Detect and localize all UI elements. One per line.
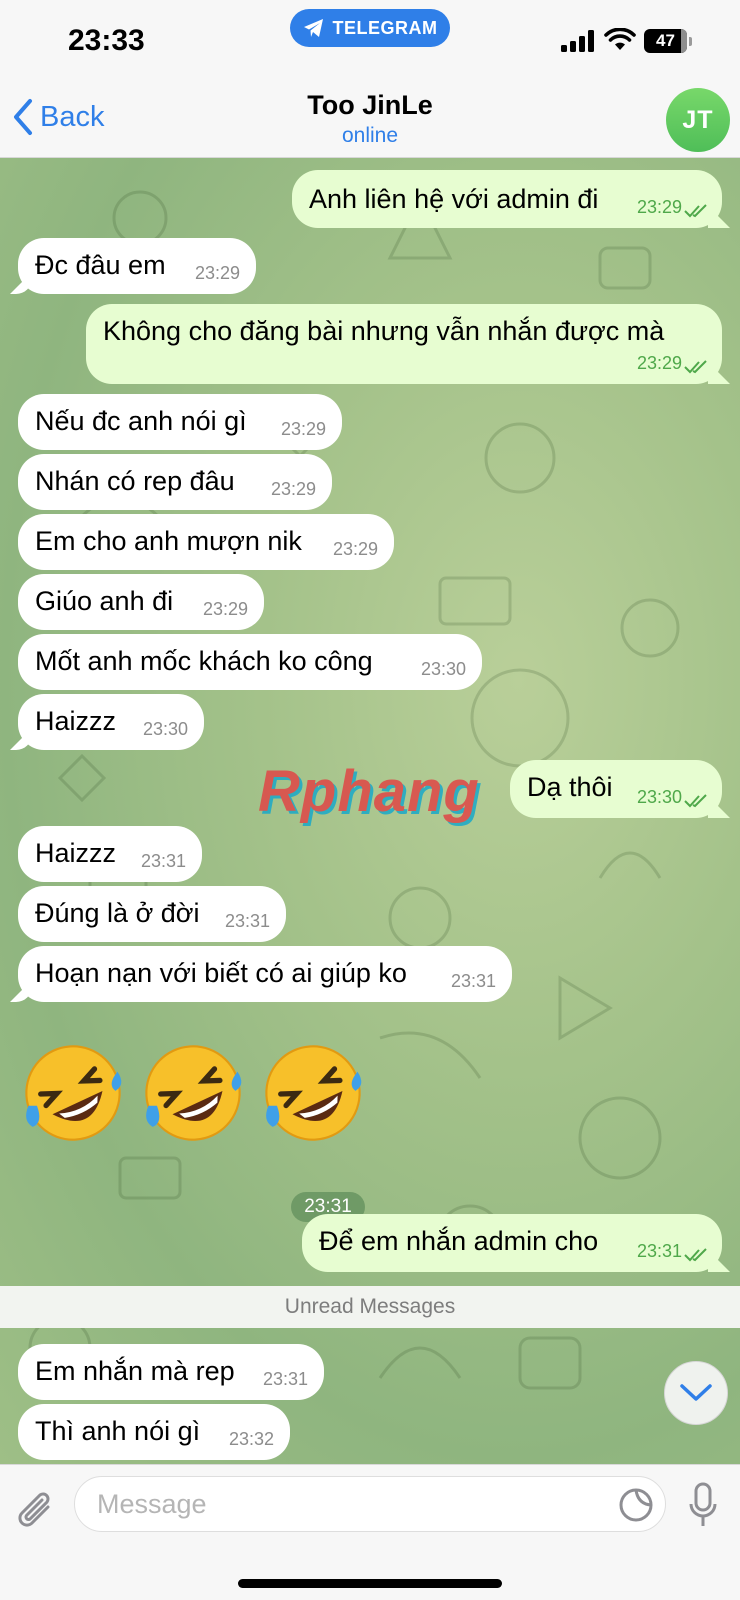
message-text: Mốt anh mốc khách ko công — [35, 646, 373, 676]
message-text: Dạ thôi — [527, 772, 613, 802]
contact-avatar[interactable]: JT — [666, 88, 730, 152]
message-bubble-incoming[interactable]: Nếu đc anh nói gì 23:29 — [18, 394, 342, 450]
message-bubble-incoming[interactable]: Thì anh nói gì 23:32 — [18, 1404, 290, 1460]
telegram-plane-icon — [303, 19, 323, 37]
message-time: 23:30 — [636, 787, 682, 807]
message-list[interactable]: Anh liên hệ với admin đi 23:29 Đc đâu em… — [0, 158, 740, 1464]
microphone-icon[interactable] — [688, 1482, 718, 1528]
message-bubble-incoming[interactable]: Em nhắn mà rep 23:31 — [18, 1344, 324, 1400]
chat-status: online — [341, 124, 399, 147]
message-time: 23:31 — [140, 851, 186, 871]
unread-messages-divider: Unread Messages — [0, 1286, 740, 1328]
message-text: Đc đâu em — [35, 250, 166, 280]
cellular-signal-icon — [561, 30, 594, 52]
message-time: 23:30 — [420, 659, 466, 679]
message-time: 23:31 — [262, 1369, 308, 1389]
chevron-down-icon — [680, 1384, 712, 1401]
message-composer — [0, 1464, 740, 1600]
scroll-to-bottom-button[interactable] — [664, 1361, 728, 1425]
message-bubble-incoming[interactable]: Đúng là ở đời 23:31 — [18, 886, 286, 942]
message-text: Haizzz — [35, 706, 117, 736]
message-text: Anh liên hệ với admin đi — [309, 184, 599, 214]
message-text: Thì anh nói gì — [35, 1416, 201, 1446]
message-bubble-incoming[interactable]: Nhán có rep đâu 23:29 — [18, 454, 332, 510]
status-time: 23:33 — [68, 24, 145, 57]
message-text: Để em nhắn admin cho — [319, 1226, 599, 1256]
message-text: Em cho anh mượn nik — [35, 526, 302, 556]
message-bubble-outgoing[interactable]: Dạ thôi 23:30 — [510, 760, 722, 818]
message-bubble-outgoing[interactable]: Để em nhắn admin cho 23:31 — [302, 1214, 722, 1272]
rolling-laughing-emoji-icon — [145, 1045, 242, 1141]
sticker-icon[interactable] — [618, 1487, 654, 1523]
message-time: 23:30 — [142, 719, 188, 739]
message-time: 23:31 — [224, 911, 270, 931]
chat-title[interactable]: Too JinLe — [0, 90, 740, 121]
message-bubble-outgoing[interactable]: Không cho đăng bài nhưng vẫn nhắn được m… — [86, 304, 722, 384]
message-time: 23:29 — [280, 419, 326, 439]
message-bubble-incoming[interactable]: Em cho anh mượn nik 23:29 — [18, 514, 394, 570]
message-time: 23:29 — [332, 539, 378, 559]
message-input[interactable] — [74, 1476, 666, 1532]
double-check-icon — [684, 794, 707, 808]
message-text: Em nhắn mà rep — [35, 1356, 235, 1386]
message-text: Không cho đăng bài nhưng vẫn nhắn được m… — [103, 316, 665, 346]
message-bubble-incoming[interactable]: Giúo anh đi 23:29 — [18, 574, 264, 630]
message-text: Nhán có rep đâu — [35, 466, 235, 496]
watermark-logo: Rphang — [258, 759, 480, 824]
message-text: Haizzz — [35, 838, 117, 868]
app-pill-label: TELEGRAM — [332, 17, 438, 38]
message-text: Giúo anh đi — [35, 586, 174, 616]
emoji-message[interactable] — [20, 1040, 366, 1146]
wifi-icon — [604, 28, 636, 50]
message-time: 23:29 — [202, 599, 248, 619]
status-bar: 23:33 TELEGRAM 47 — [0, 0, 740, 82]
message-bubble-incoming[interactable]: Haizzz 23:30 — [18, 694, 204, 750]
double-check-icon — [684, 204, 707, 218]
message-bubble-incoming[interactable]: Hoạn nạn với biết có ai giúp ko 23:31 — [18, 946, 512, 1002]
message-time: 23:29 — [636, 353, 682, 373]
message-bubble-incoming[interactable]: Haizzz 23:31 — [18, 826, 202, 882]
message-time: 23:32 — [228, 1429, 274, 1449]
message-time: 23:29 — [270, 479, 316, 499]
message-time: 23:31 — [636, 1241, 682, 1261]
message-text: Nếu đc anh nói gì — [35, 406, 247, 436]
battery-percent: 47 — [656, 31, 675, 50]
message-time: 23:31 — [450, 971, 496, 991]
message-bubble-incoming[interactable]: Mốt anh mốc khách ko công 23:30 — [18, 634, 482, 690]
double-check-icon — [684, 1248, 707, 1262]
message-time: 23:29 — [194, 263, 240, 283]
message-time: 23:29 — [636, 197, 682, 217]
message-text: Hoạn nạn với biết có ai giúp ko — [35, 958, 407, 988]
battery-icon: 47 — [644, 29, 692, 53]
chat-header: Back Too JinLe online JT — [0, 82, 740, 158]
attach-paperclip-icon[interactable] — [18, 1487, 58, 1535]
home-indicator — [238, 1579, 502, 1588]
message-bubble-outgoing[interactable]: Anh liên hệ với admin đi 23:29 — [292, 170, 722, 228]
rolling-laughing-emoji-icon — [25, 1045, 122, 1141]
telegram-app-pill[interactable]: TELEGRAM — [290, 9, 450, 47]
double-check-icon — [684, 360, 707, 374]
rolling-laughing-emoji-icon — [265, 1045, 362, 1141]
message-text: Đúng là ở đời — [35, 898, 200, 928]
message-bubble-incoming[interactable]: Đc đâu em 23:29 — [18, 238, 256, 294]
